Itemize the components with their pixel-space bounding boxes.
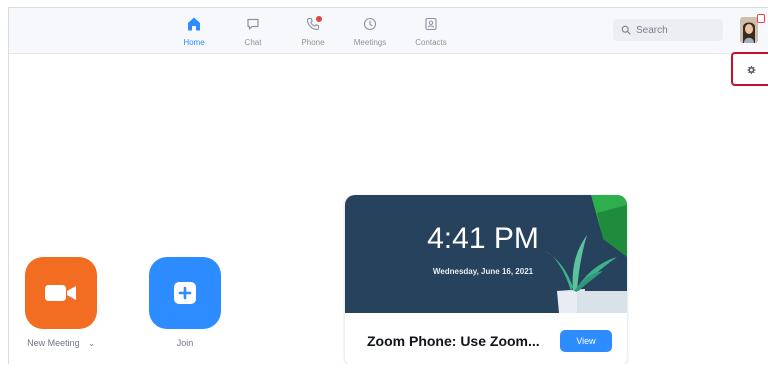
avatar[interactable] [740, 17, 758, 43]
avatar-status-badge [757, 14, 765, 23]
tab-chat[interactable]: Chat [225, 13, 281, 51]
plus-icon [174, 282, 196, 304]
join-caption: Join [176, 338, 194, 348]
new-meeting-label: New Meeting [27, 338, 80, 348]
card-title: Zoom Phone: Use Zoom... [367, 333, 540, 349]
search-field[interactable]: Search [613, 19, 723, 41]
user-avatar-icon [740, 17, 758, 43]
contacts-icon [425, 17, 437, 31]
card-hero: 4:41 PM Wednesday, June 16, 2021 [345, 195, 627, 313]
video-camera-icon [45, 285, 76, 301]
tab-phone[interactable]: Phone [285, 13, 341, 51]
tab-meetings[interactable]: Meetings [342, 13, 398, 51]
settings-button[interactable] [742, 61, 760, 79]
clock-icon [363, 17, 377, 31]
tab-meetings-label: Meetings [353, 38, 387, 47]
search-icon [621, 25, 631, 35]
phone-notification-badge [316, 16, 322, 22]
view-button[interactable]: View [560, 330, 612, 352]
tab-contacts-label: Contacts [415, 38, 447, 47]
current-time: 4:41 PM [427, 222, 539, 255]
home-icon [188, 17, 200, 31]
gear-icon [747, 65, 756, 75]
tab-home-label: Home [183, 38, 205, 47]
tab-chat-label: Chat [244, 38, 262, 47]
join-button[interactable] [149, 257, 221, 329]
new-meeting-caption: New Meeting ⌄ [27, 338, 95, 348]
upcoming-card: 4:41 PM Wednesday, June 16, 2021 Zoom Ph… [345, 195, 627, 364]
current-date: Wednesday, June 16, 2021 [432, 267, 534, 276]
new-meeting-button[interactable] [25, 257, 97, 329]
chevron-down-icon[interactable]: ⌄ [88, 339, 95, 348]
top-navigation-bar: Home Chat Phone Meetings Contacts Search [9, 8, 768, 54]
join-action: Join [147, 257, 223, 348]
new-meeting-action: New Meeting ⌄ [23, 257, 99, 348]
tab-home[interactable]: Home [166, 13, 222, 51]
tab-phone-label: Phone [301, 38, 325, 47]
zoom-window: Home Chat Phone Meetings Contacts Search… [8, 7, 768, 364]
search-placeholder: Search [636, 24, 668, 36]
chat-icon [247, 18, 259, 30]
tab-contacts[interactable]: Contacts [403, 13, 459, 51]
